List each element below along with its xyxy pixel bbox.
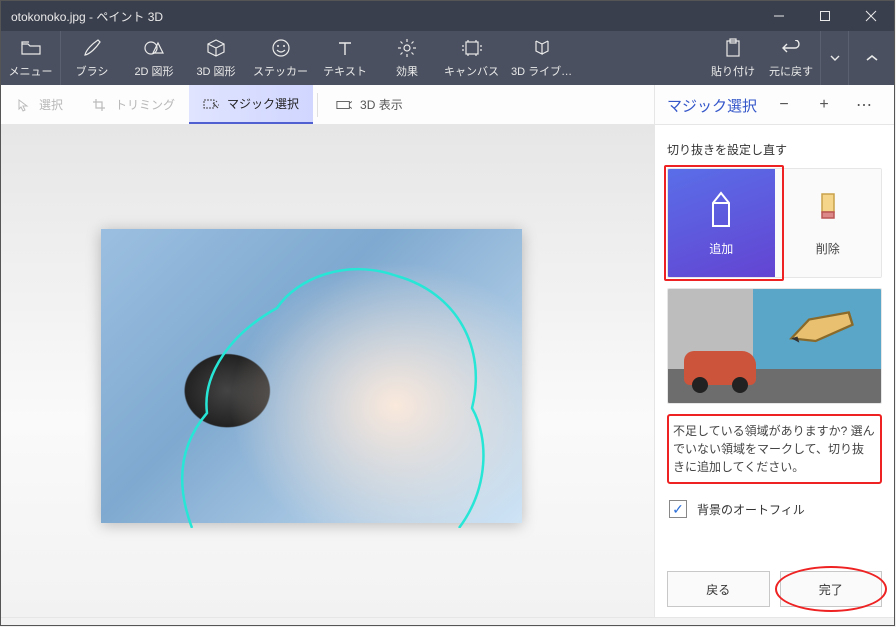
tool-3d-shapes[interactable]: 3D 図形 <box>185 31 247 85</box>
subbar-label: トリミング <box>115 96 175 113</box>
refine-label: 切り抜きを設定し直す <box>667 141 882 158</box>
tool-paste[interactable]: 貼り付け <box>704 31 762 85</box>
effects-icon <box>397 37 417 59</box>
highlight-annotation <box>775 566 888 612</box>
select-tool[interactable]: 選択 <box>1 85 77 124</box>
brush-icon <box>82 37 102 59</box>
tool-label: ステッカー <box>253 63 308 79</box>
tool-label: 3D ライブ… <box>511 63 572 79</box>
remove-tool[interactable]: 削除 <box>775 169 882 277</box>
window-title: otokonoko.jpg - ペイント 3D <box>1 8 756 25</box>
paste-icon <box>724 37 742 59</box>
button-label: 戻る <box>706 581 730 598</box>
tool-brushes[interactable]: ブラシ <box>61 31 123 85</box>
subbar-label: マジック選択 <box>227 95 299 112</box>
help-text: 不足している領域がありますか? 選んでいない領域をマークして、切り抜きに追加して… <box>667 414 882 484</box>
app-window: otokonoko.jpg - ペイント 3D メニュー ブラシ <box>0 0 895 626</box>
tool-tile-label: 削除 <box>816 240 840 257</box>
highlight-annotation <box>664 165 784 281</box>
tool-canvas[interactable]: キャンバス <box>438 31 505 85</box>
folder-icon <box>21 37 41 59</box>
tool-stickers[interactable]: ステッカー <box>247 31 314 85</box>
menu-button[interactable]: メニュー <box>1 31 61 85</box>
undo-dropdown[interactable] <box>820 31 848 85</box>
tool-label: 元に戻す <box>769 63 813 79</box>
close-button[interactable] <box>848 1 894 31</box>
tool-label: 3D 図形 <box>196 63 235 79</box>
minimize-button[interactable] <box>756 1 802 31</box>
canvas-area[interactable] <box>1 125 654 617</box>
tool-undo[interactable]: 元に戻す <box>762 31 820 85</box>
tool-label: 貼り付け <box>711 63 755 79</box>
collapse-ribbon-button[interactable] <box>848 31 894 85</box>
content-area: 切り抜きを設定し直す 追加 削除 <box>1 125 894 617</box>
autofill-checkbox-row[interactable]: ✓ 背景のオートフィル <box>667 494 882 524</box>
tool-text[interactable]: テキスト <box>314 31 376 85</box>
text-icon <box>336 37 354 59</box>
maximize-button[interactable] <box>802 1 848 31</box>
pencil-overlay-icon <box>776 288 868 375</box>
tool-label: テキスト <box>323 63 367 79</box>
preview-illustration <box>667 288 882 404</box>
tool-label: 2D 図形 <box>134 63 173 79</box>
sticker-icon <box>271 37 291 59</box>
crop-tool[interactable]: トリミング <box>77 85 189 124</box>
autofill-label: 背景のオートフィル <box>697 501 805 518</box>
tool-label: 効果 <box>396 63 418 79</box>
autofill-checkbox[interactable]: ✓ <box>669 500 687 518</box>
status-bar <box>1 617 894 625</box>
crop-icon <box>91 97 107 113</box>
ribbon: メニュー ブラシ 2D 図形 3D 図形 ステッカー <box>1 31 894 85</box>
tool-label: キャンバス <box>444 63 499 79</box>
shapes-2d-icon <box>143 37 165 59</box>
canvas-image[interactable] <box>101 229 522 523</box>
canvas-icon <box>462 37 482 59</box>
tool-label: ブラシ <box>76 63 109 79</box>
library-icon <box>532 37 552 59</box>
menu-label: メニュー <box>9 63 53 79</box>
cursor-icon <box>15 97 31 113</box>
tool-2d-shapes[interactable]: 2D 図形 <box>123 31 185 85</box>
view-3d-icon <box>336 97 352 113</box>
subbar-label: 3D 表示 <box>360 96 403 113</box>
panel-title-region: マジック選択 <box>654 85 894 125</box>
shapes-3d-icon <box>206 37 226 59</box>
tool-3d-library[interactable]: 3D ライブ… <box>505 31 578 85</box>
magic-select-icon <box>203 96 219 112</box>
undo-icon <box>781 37 801 59</box>
sub-toolbar: 選択 トリミング マジック選択 3D 表示 − + ⋯ マジック <box>1 85 894 125</box>
panel-title: マジック選択 <box>667 95 757 116</box>
side-panel: 切り抜きを設定し直す 追加 削除 <box>654 125 894 617</box>
done-button[interactable]: 完了 <box>780 571 883 607</box>
back-button[interactable]: 戻る <box>667 571 770 607</box>
view-3d-toggle[interactable]: 3D 表示 <box>322 85 417 124</box>
tool-effects[interactable]: 効果 <box>376 31 438 85</box>
magic-select-tool[interactable]: マジック選択 <box>189 85 313 124</box>
titlebar: otokonoko.jpg - ペイント 3D <box>1 1 894 31</box>
subbar-label: 選択 <box>39 96 63 113</box>
eraser-icon <box>815 190 841 230</box>
